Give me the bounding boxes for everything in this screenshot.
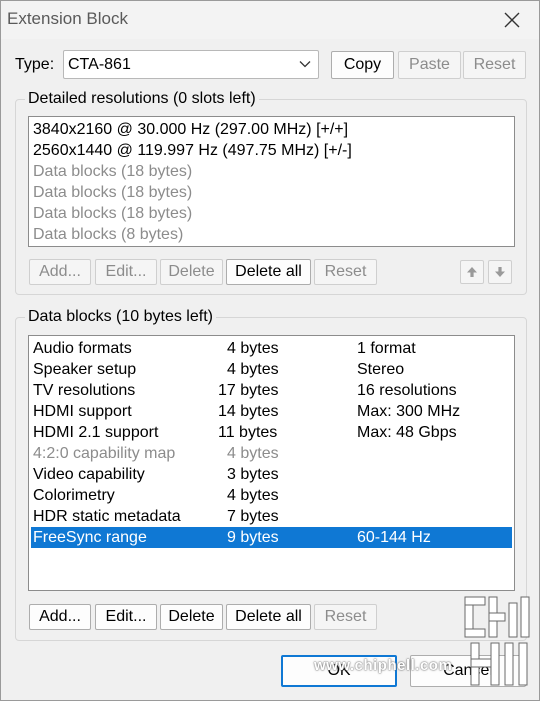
window-title: Extension Block bbox=[7, 9, 128, 28]
table-row[interactable]: TV resolutions 17 bytes 16 resolutions bbox=[31, 380, 512, 401]
detailed-reset-button[interactable]: Reset bbox=[314, 259, 377, 285]
list-item[interactable]: 3840x2160 @ 30.000 Hz (297.00 MHz) [+/+] bbox=[31, 119, 512, 140]
arrow-down-icon bbox=[495, 267, 505, 277]
table-row[interactable]: Audio formats 4 bytes 1 format bbox=[31, 338, 512, 359]
chiphell-logo bbox=[464, 596, 530, 686]
paste-button[interactable]: Paste bbox=[398, 51, 461, 79]
list-item[interactable]: Data blocks (18 bytes) bbox=[31, 182, 512, 203]
type-label: Type: bbox=[15, 56, 55, 73]
watermark-site: www.chiphell.com bbox=[314, 657, 453, 674]
detailed-delete-all-button[interactable]: Delete all bbox=[226, 259, 311, 285]
data-blocks-list[interactable]: Audio formats 4 bytes 1 format Speaker s… bbox=[28, 335, 515, 591]
copy-button[interactable]: Copy bbox=[331, 51, 394, 79]
list-item[interactable]: Data blocks (8 bytes) bbox=[31, 224, 512, 245]
detailed-edit-button[interactable]: Edit... bbox=[95, 259, 157, 285]
table-row[interactable]: Colorimetry 4 bytes bbox=[31, 485, 512, 506]
list-item[interactable]: Data blocks (18 bytes) bbox=[31, 203, 512, 224]
table-row[interactable]: HDR static metadata 7 bytes bbox=[31, 506, 512, 527]
list-item[interactable]: Data blocks (18 bytes) bbox=[31, 161, 512, 182]
type-select-value: CTA-861 bbox=[68, 56, 131, 73]
move-down-button[interactable] bbox=[488, 260, 512, 284]
close-button[interactable] bbox=[491, 3, 533, 37]
arrow-up-icon bbox=[467, 267, 477, 277]
data-blocks-title: Data blocks (10 bytes left) bbox=[25, 308, 216, 326]
extension-block-dialog: Extension Block Type: CTA-861 Copy Paste… bbox=[0, 0, 540, 701]
table-row[interactable]: HDMI 2.1 support 11 bytes Max: 48 Gbps bbox=[31, 422, 512, 443]
detailed-delete-button[interactable]: Delete bbox=[160, 259, 223, 285]
data-add-button[interactable]: Add... bbox=[29, 604, 91, 630]
data-delete-button[interactable]: Delete bbox=[160, 604, 223, 630]
table-row[interactable]: Speaker setup 4 bytes Stereo bbox=[31, 359, 512, 380]
data-delete-all-button[interactable]: Delete all bbox=[226, 604, 311, 630]
detailed-resolutions-list[interactable]: 3840x2160 @ 30.000 Hz (297.00 MHz) [+/+]… bbox=[28, 116, 515, 247]
title-bar: Extension Block bbox=[1, 1, 539, 39]
type-select[interactable]: CTA-861 bbox=[63, 50, 319, 79]
table-row[interactable]: HDMI support 14 bytes Max: 300 MHz bbox=[31, 401, 512, 422]
detailed-add-button[interactable]: Add... bbox=[29, 259, 91, 285]
chevron-down-icon bbox=[299, 61, 311, 68]
move-up-button[interactable] bbox=[460, 260, 484, 284]
detailed-resolutions-title: Detailed resolutions (0 slots left) bbox=[25, 90, 259, 108]
data-edit-button[interactable]: Edit... bbox=[95, 604, 157, 630]
close-icon bbox=[504, 12, 520, 28]
data-reset-button[interactable]: Reset bbox=[314, 604, 377, 630]
table-row[interactable]: 4:2:0 capability map 4 bytes bbox=[31, 443, 512, 464]
list-item[interactable]: 2560x1440 @ 119.997 Hz (497.75 MHz) [+/-… bbox=[31, 140, 512, 161]
table-row-selected[interactable]: FreeSync range 9 bytes 60-144 Hz bbox=[31, 527, 512, 548]
table-row[interactable]: Video capability 3 bytes bbox=[31, 464, 512, 485]
reset-type-button[interactable]: Reset bbox=[463, 51, 526, 79]
